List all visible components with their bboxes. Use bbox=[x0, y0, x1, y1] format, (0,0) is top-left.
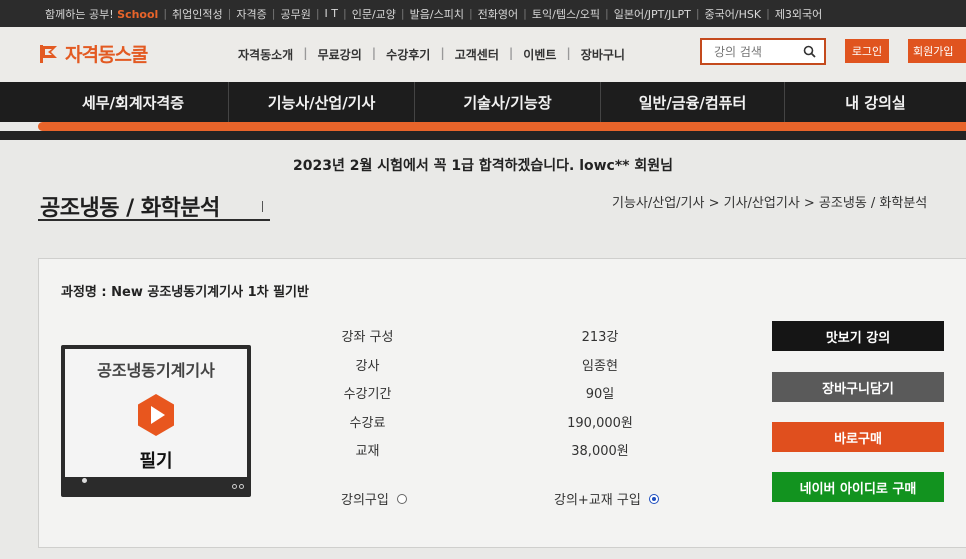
nav-underline bbox=[0, 131, 966, 140]
login-button[interactable]: 로그인 bbox=[845, 39, 889, 63]
topbar-item[interactable]: 전화영어 bbox=[473, 6, 523, 22]
course-name: 과정명 : New 공조냉동기계기사 1차 필기반 bbox=[61, 285, 309, 300]
topbar-item[interactable]: 발음/스피치 bbox=[405, 6, 469, 22]
gnb-item-about[interactable]: 자격동소개 bbox=[228, 46, 303, 63]
course-info-table: 강좌 구성 213강 강사 임종현 수강기간 90일 수강료 190,000원 … bbox=[320, 322, 660, 465]
search-input[interactable] bbox=[714, 44, 798, 59]
info-value: 38,000원 bbox=[571, 444, 629, 459]
thumbnail-title: 공조냉동기계기사 bbox=[97, 361, 215, 380]
search-icon[interactable] bbox=[803, 45, 816, 58]
option-label: 강의+교재 구입 bbox=[554, 493, 641, 508]
topbar-item[interactable]: 인문/교양 bbox=[347, 6, 401, 22]
top-service-bar: 함께하는 공부! School | 취업인적성 | 자격증 | 공무원 | I … bbox=[0, 0, 966, 27]
course-thumbnail[interactable]: 공조냉동기계기사 필기 bbox=[61, 345, 251, 497]
thumbnail-subtitle: 필기 bbox=[139, 451, 173, 472]
gnb-item-support[interactable]: 고객센터 bbox=[445, 46, 509, 63]
thumbnail-screen: 공조냉동기계기사 필기 bbox=[65, 349, 247, 477]
site-logo[interactable]: 자격동스쿨 bbox=[38, 40, 148, 67]
logo-flag-icon bbox=[40, 44, 57, 63]
gnb-item-reviews[interactable]: 수강후기 bbox=[376, 46, 440, 63]
signup-button[interactable]: 회원가입 bbox=[908, 39, 966, 63]
topbar-item[interactable]: 중국어/HSK bbox=[700, 6, 767, 22]
info-value: 임종현 bbox=[582, 358, 618, 374]
gnb-item-cart[interactable]: 장바구니 bbox=[571, 46, 635, 63]
title-underline bbox=[38, 219, 270, 221]
title-divider bbox=[262, 201, 263, 212]
radio-lecture-book[interactable] bbox=[648, 493, 659, 504]
topbar-item[interactable]: 취업인적성 bbox=[167, 6, 228, 22]
topbar-item[interactable]: 토익/텝스/오픽 bbox=[527, 6, 605, 22]
info-label: 강좌 구성 bbox=[341, 330, 394, 345]
topbar-item-label: 함께하는 공부! bbox=[45, 7, 114, 21]
topbar-item[interactable]: I T bbox=[320, 7, 343, 20]
add-to-cart-button[interactable]: 장바구니담기 bbox=[772, 372, 944, 402]
option-label: 강의구입 bbox=[341, 493, 389, 508]
topbar-item[interactable]: 제3외국어 bbox=[770, 6, 827, 22]
logo-text: 자격동스쿨 bbox=[65, 44, 148, 66]
category-tab-my-classroom[interactable]: 내 강의실 bbox=[784, 82, 966, 122]
info-row-instructor: 강사 임종현 bbox=[320, 351, 660, 380]
category-nav: 세무/회계자격증 기능사/산업/기사 기술사/기능장 일반/금융/컴퓨터 내 강… bbox=[0, 82, 966, 122]
review-ticker[interactable]: 2023년 2월 시험에서 꼭 1급 합격하겠습니다. lowc** 회원님 bbox=[0, 155, 966, 175]
topbar-brand: School bbox=[117, 7, 159, 21]
global-nav: 자격동소개 | 무료강의 | 수강후기 | 고객센터 | 이벤트 | 장바구니 bbox=[228, 46, 635, 63]
page: 함께하는 공부! School | 취업인적성 | 자격증 | 공무원 | I … bbox=[0, 0, 966, 559]
thumbnail-indicator bbox=[82, 478, 87, 483]
gnb-item-free-lecture[interactable]: 무료강의 bbox=[308, 46, 372, 63]
option-lecture-book[interactable]: 강의+교재 구입 bbox=[554, 489, 659, 508]
breadcrumb[interactable]: 기능사/산업/기사 > 기사/산업기사 > 공조냉동 / 화학분석 bbox=[612, 192, 927, 211]
option-lecture-only[interactable]: 강의구입 bbox=[341, 489, 407, 508]
info-row-period: 수강기간 90일 bbox=[320, 379, 660, 408]
preview-lecture-button[interactable]: 맛보기 강의 bbox=[772, 321, 944, 351]
category-tab-general-finance-computer[interactable]: 일반/금융/컴퓨터 bbox=[600, 82, 784, 122]
topbar-item[interactable]: 함께하는 공부! School bbox=[40, 6, 163, 22]
topbar-item[interactable]: 일본어/JPT/JLPT bbox=[609, 6, 696, 22]
search-box bbox=[700, 38, 826, 65]
info-value: 190,000원 bbox=[567, 415, 633, 431]
buy-now-button[interactable]: 바로구매 bbox=[772, 422, 944, 452]
info-label: 수강료 bbox=[349, 415, 386, 431]
radio-lecture-only[interactable] bbox=[396, 493, 407, 504]
category-tab-professional-engineer[interactable]: 기술사/기능장 bbox=[414, 82, 600, 122]
info-value: 90일 bbox=[585, 387, 615, 402]
info-label: 강사 bbox=[355, 358, 380, 374]
info-value: 213강 bbox=[581, 330, 619, 345]
category-tab-industrial-engineer[interactable]: 기능사/산업/기사 bbox=[228, 82, 414, 122]
info-label: 수강기간 bbox=[343, 387, 392, 402]
page-title: 공조냉동 / 화학분석 bbox=[40, 196, 220, 221]
active-category-bar bbox=[38, 122, 966, 131]
thumbnail-controls bbox=[232, 484, 244, 489]
category-tab-tax-accounting[interactable]: 세무/회계자격증 bbox=[38, 82, 228, 122]
topbar-item[interactable]: 공무원 bbox=[275, 6, 315, 22]
info-row-textbook: 교재 38,000원 bbox=[320, 436, 660, 465]
gnb-item-event[interactable]: 이벤트 bbox=[513, 46, 566, 63]
info-label: 교재 bbox=[355, 444, 380, 459]
info-row-fee: 수강료 190,000원 bbox=[320, 408, 660, 437]
naver-purchase-button[interactable]: 네이버 아이디로 구매 bbox=[772, 472, 944, 502]
play-icon[interactable] bbox=[136, 393, 176, 437]
info-row-composition: 강좌 구성 213강 bbox=[320, 322, 660, 351]
topbar-item[interactable]: 자격증 bbox=[231, 6, 271, 22]
site-header: 자격동스쿨 자격동소개 | 무료강의 | 수강후기 | 고객센터 | 이벤트 |… bbox=[0, 27, 966, 82]
